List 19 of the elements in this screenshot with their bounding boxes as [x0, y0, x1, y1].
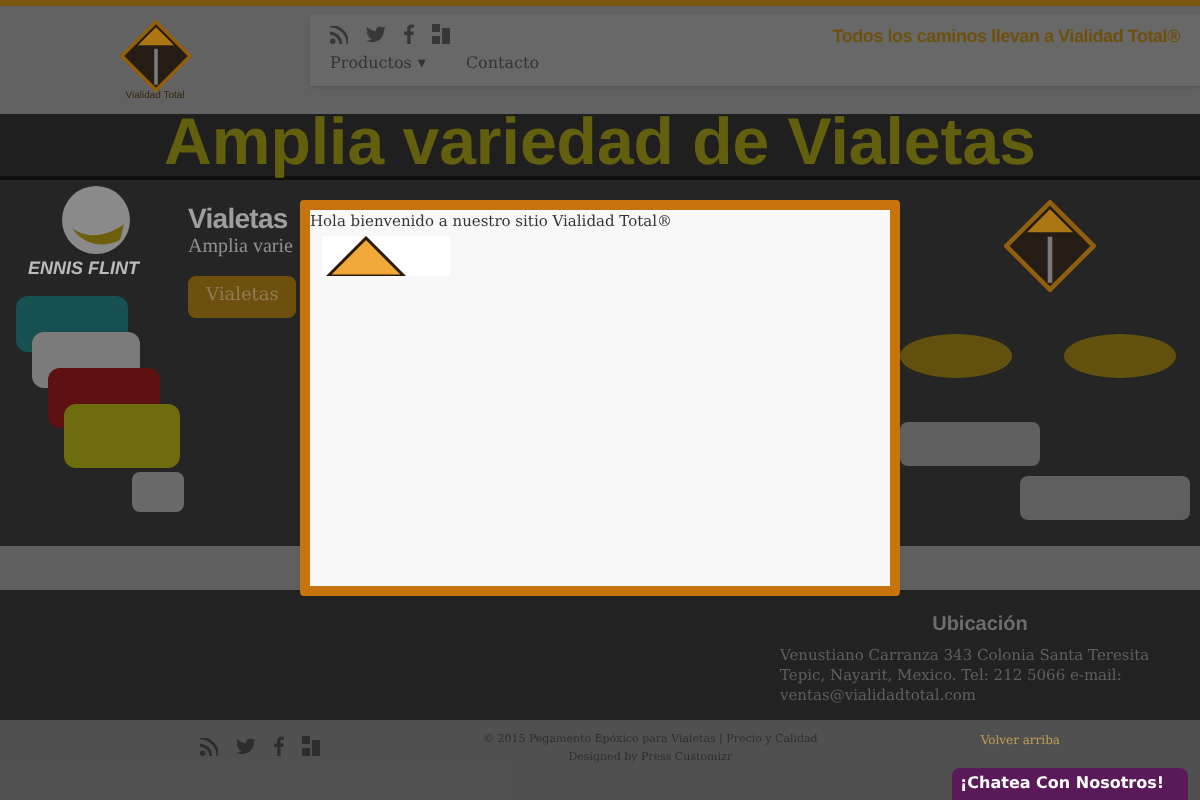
slide-title: Vialetas	[188, 204, 288, 232]
facebook-icon[interactable]	[404, 24, 414, 44]
sign-icon	[326, 236, 406, 277]
slide-text: Amplia varie	[188, 236, 293, 261]
slide-button[interactable]: Vialetas	[188, 275, 297, 318]
road-sign-icon	[1004, 200, 1096, 292]
footer-heading: Ubicación	[932, 612, 1028, 640]
caret-icon: ▾	[417, 52, 426, 76]
globe-logo-icon	[60, 184, 132, 256]
hero-title: Amplia variedad de Vialetas	[164, 114, 1036, 174]
facebook-icon[interactable]	[274, 736, 284, 756]
logo-icon	[119, 19, 191, 91]
rss-icon[interactable]	[330, 25, 348, 43]
partner-logo-text: ENNIS FLINT	[28, 256, 139, 282]
tagline: Todos los caminos llevan a Vialidad Total®	[832, 24, 1180, 50]
twitter-icon[interactable]	[236, 737, 256, 755]
twitter-icon[interactable]	[366, 25, 386, 43]
rss-icon[interactable]	[200, 737, 218, 755]
chat-button[interactable]: ¡Chatea Con Nosotros!	[952, 768, 1188, 800]
